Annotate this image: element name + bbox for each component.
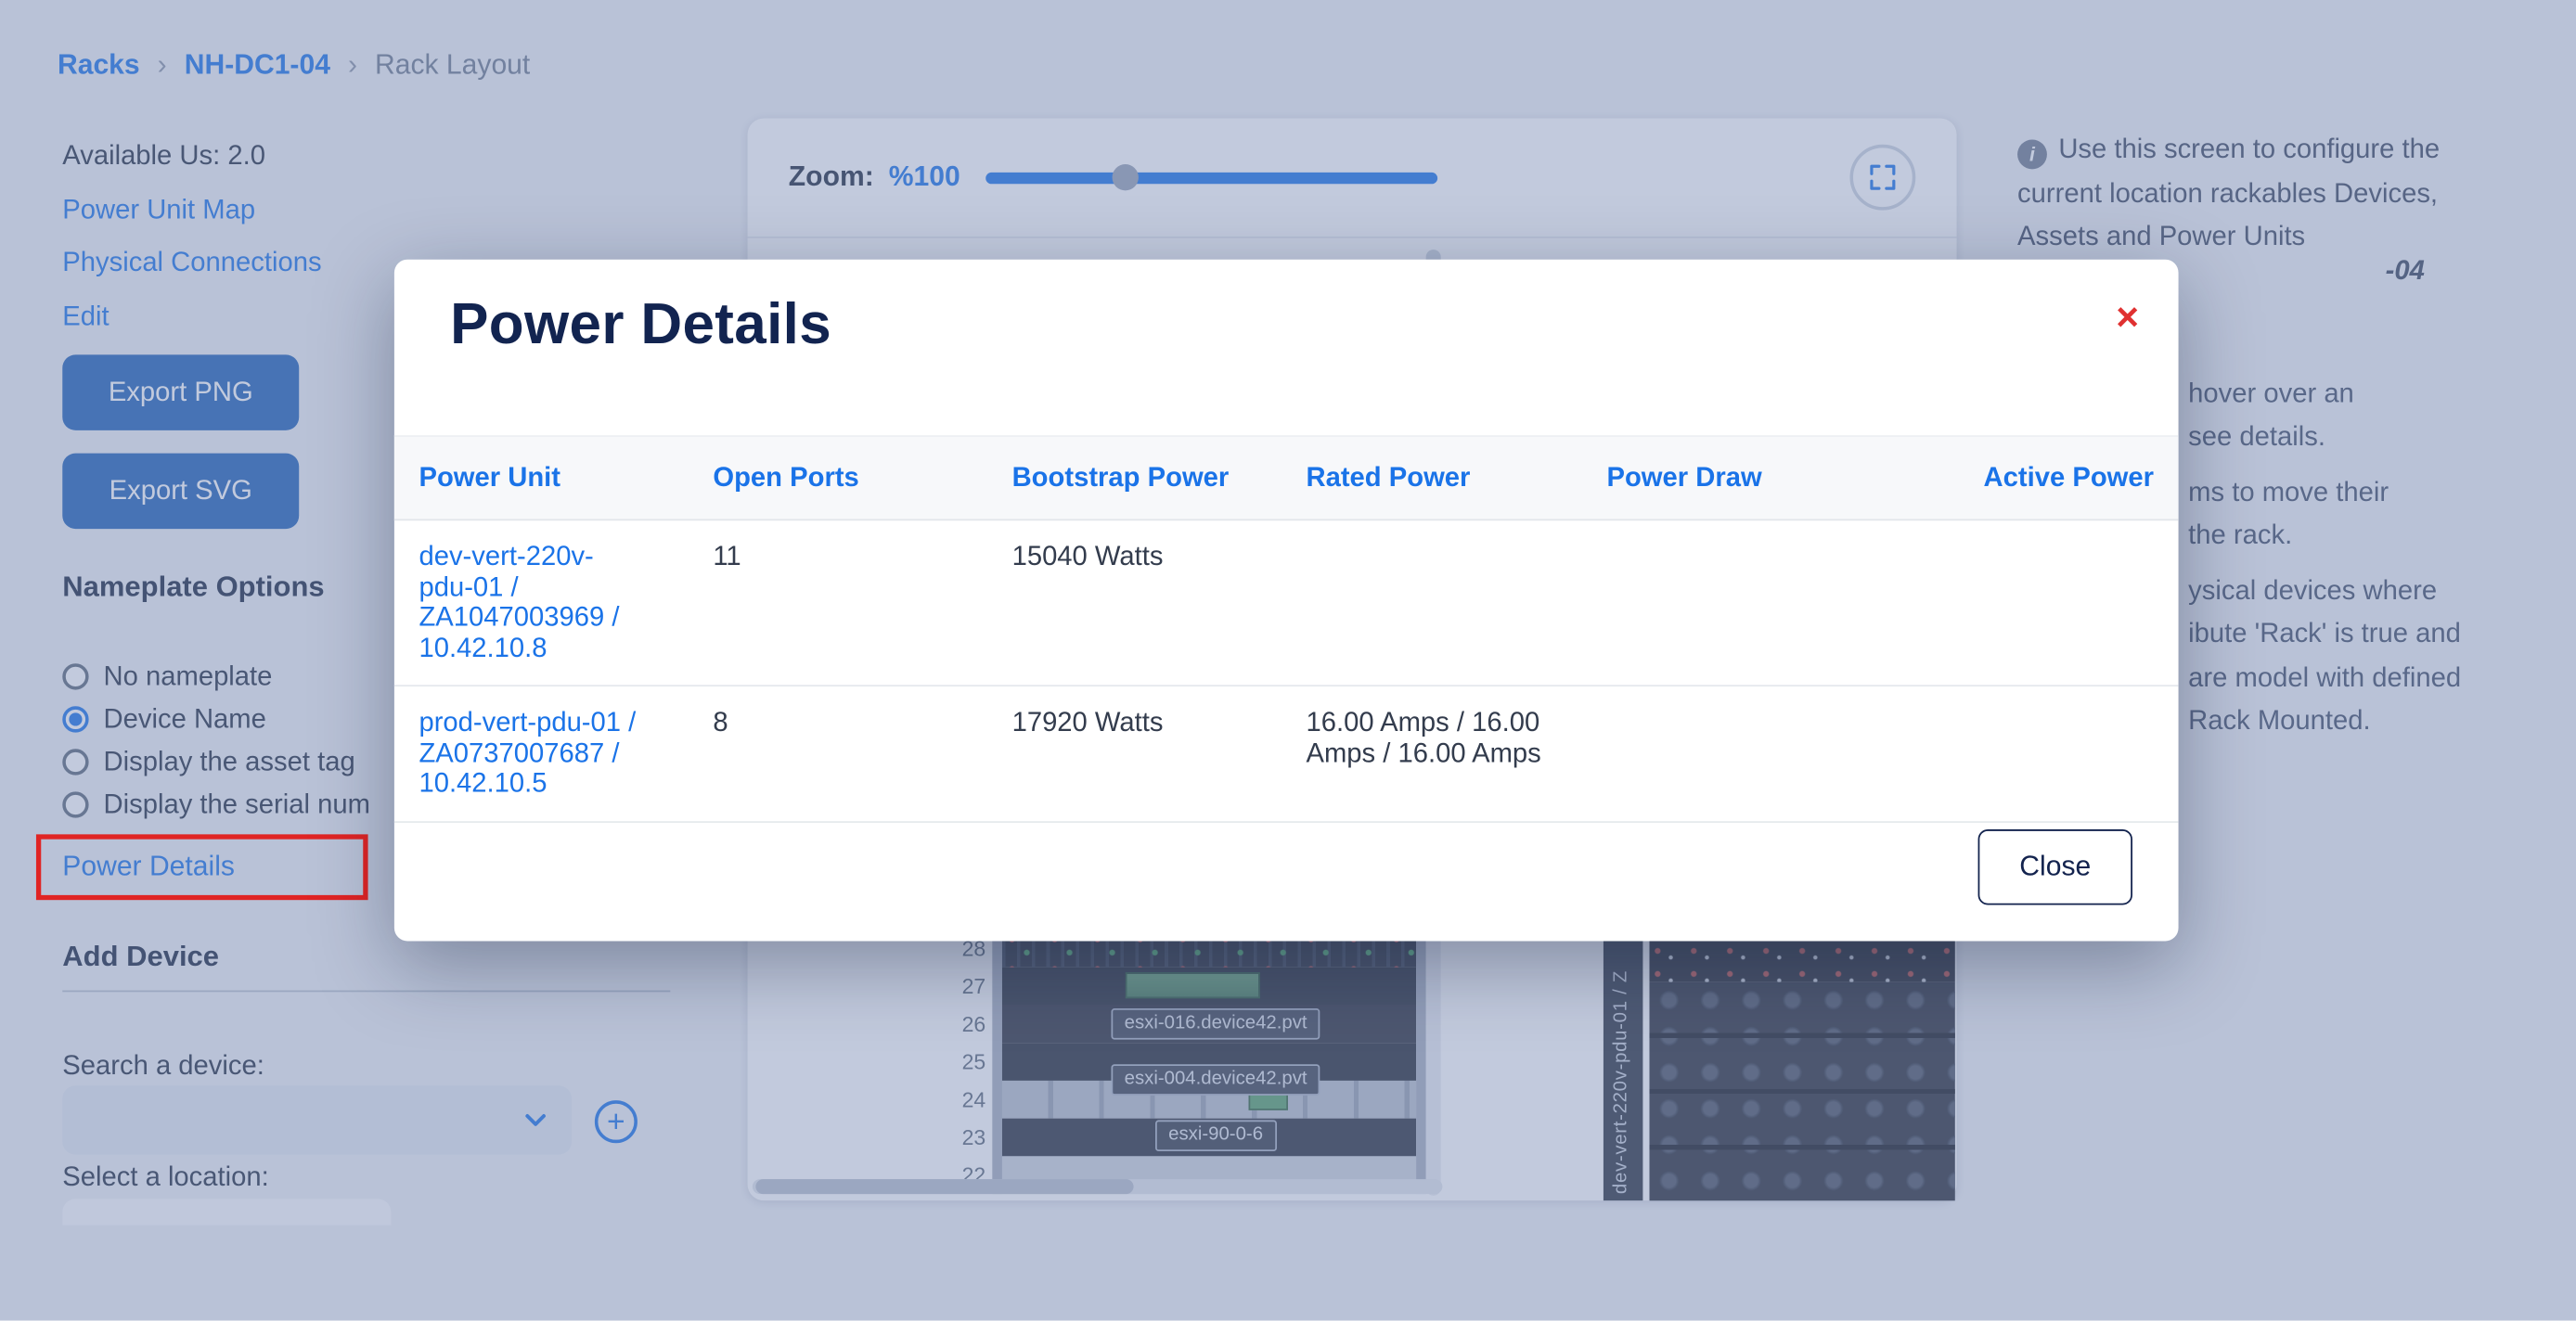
modal-title: Power Details xyxy=(450,292,831,358)
table-row: dev-vert-220v-pdu-01 / ZA1047003969 / 10… xyxy=(394,520,2179,686)
highlight-box xyxy=(36,834,368,900)
rated-power-cell: 16.00 Amps / 16.00 Amps / 16.00 Amps xyxy=(1306,708,1577,799)
table-row: prod-vert-pdu-01 / ZA0737007687 / 10.42.… xyxy=(394,686,2179,822)
column-header-rated-power: Rated Power xyxy=(1306,462,1606,494)
table-header-row: Power Unit Open Ports Bootstrap Power Ra… xyxy=(394,435,2179,520)
open-ports-cell: 11 xyxy=(713,542,1011,663)
bootstrap-power-cell: 15040 Watts xyxy=(1012,542,1307,663)
power-units-table: Power Unit Open Ports Bootstrap Power Ra… xyxy=(394,435,2179,822)
open-ports-cell: 8 xyxy=(713,708,1011,799)
close-icon[interactable]: × xyxy=(2116,299,2139,338)
column-header-power-draw: Power Draw xyxy=(1606,462,1905,494)
active-power-cell xyxy=(1906,708,2154,799)
rated-power-cell xyxy=(1306,542,1577,663)
power-unit-link[interactable]: prod-vert-pdu-01 / ZA0737007687 / 10.42.… xyxy=(419,708,665,799)
active-power-cell xyxy=(1906,542,2154,663)
close-button[interactable]: Close xyxy=(1978,829,2132,904)
column-header-bootstrap-power: Bootstrap Power xyxy=(1012,462,1307,494)
column-header-active-power: Active Power xyxy=(1906,462,2154,494)
bootstrap-power-cell: 17920 Watts xyxy=(1012,708,1307,799)
power-unit-link[interactable]: dev-vert-220v-pdu-01 / ZA1047003969 / 10… xyxy=(419,542,665,663)
power-details-modal: Power Details × Power Unit Open Ports Bo… xyxy=(394,260,2179,942)
column-header-open-ports: Open Ports xyxy=(713,462,1011,494)
power-draw-cell xyxy=(1606,708,1905,799)
power-draw-cell xyxy=(1606,542,1905,663)
column-header-power-unit: Power Unit xyxy=(419,462,713,494)
